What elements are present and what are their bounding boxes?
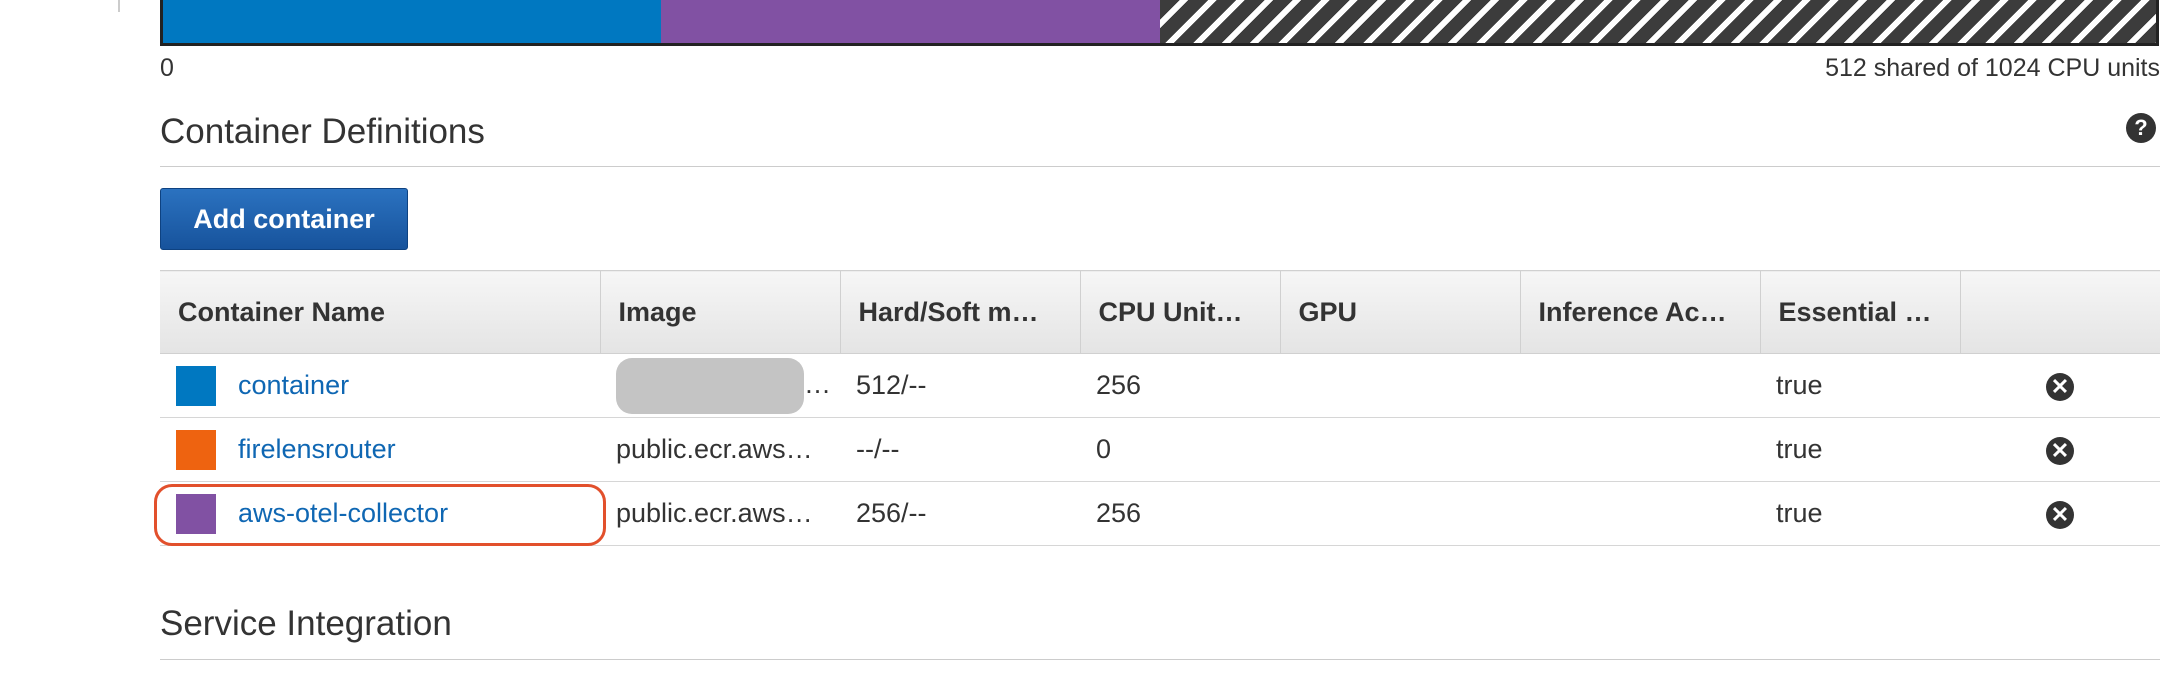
table-row: firelensrouter public.ecr.aws… --/-- 0 t… (160, 417, 2160, 482)
container-color-swatch (176, 429, 216, 470)
help-icon[interactable]: ? (2126, 113, 2156, 143)
container-color-swatch (176, 365, 216, 406)
container-name-cell: aws-otel-collector (176, 493, 584, 534)
container-color-swatch (176, 493, 216, 534)
column-header-cpu-units[interactable]: CPU Unit… (1080, 270, 1281, 354)
remove-container-icon[interactable]: ✕ (2046, 437, 2074, 465)
image-cell: public.ecr.aws… (600, 481, 840, 546)
column-header-gpu[interactable]: GPU (1280, 270, 1521, 354)
container-name-cell: container (176, 365, 584, 406)
column-header-actions (1960, 270, 2160, 354)
column-header-inference-accelerators[interactable]: Inference Ac… (1520, 270, 1761, 354)
column-header-container-name[interactable]: Container Name (160, 270, 601, 354)
container-definitions-table: Container Name Image Hard/Soft m… CPU Un… (160, 270, 2160, 546)
memory-cell: 512/-- (840, 353, 1080, 418)
inference-cell (1520, 481, 1760, 546)
section-divider (160, 659, 2160, 660)
left-divider (118, 0, 120, 12)
memory-cell: 256/-- (840, 481, 1080, 546)
gpu-cell (1280, 481, 1520, 546)
column-header-essential[interactable]: Essential … (1760, 270, 1961, 354)
image-cell: public.ecr.aws… (600, 417, 840, 482)
add-container-button[interactable]: Add container (160, 188, 408, 250)
essential-cell: true (1760, 417, 1960, 482)
container-name-cell: firelensrouter (176, 429, 584, 470)
section-divider (160, 166, 2160, 167)
gpu-cell (1280, 417, 1520, 482)
cpu-axis-min: 0 (160, 54, 174, 82)
essential-cell: true (1760, 353, 1960, 418)
cpu-usage-bar (160, 0, 2159, 46)
cpu-shared-remainder (1159, 0, 2156, 43)
container-name-link[interactable]: aws-otel-collector (238, 498, 448, 529)
column-header-image[interactable]: Image (600, 270, 841, 354)
table-header-row: Container Name Image Hard/Soft m… CPU Un… (160, 270, 2160, 354)
gpu-cell (1280, 353, 1520, 418)
remove-container-icon[interactable]: ✕ (2046, 373, 2074, 401)
cpu-axis-max: 512 shared of 1024 CPU units (1825, 54, 2160, 82)
cpu-segment-aws-otel-collector (661, 0, 1160, 43)
service-integration-title: Service Integration (160, 604, 452, 643)
cpu-cell: 256 (1080, 353, 1280, 418)
inference-cell (1520, 353, 1760, 418)
cpu-segment-container (163, 0, 662, 43)
essential-cell: true (1760, 481, 1960, 546)
inference-cell (1520, 417, 1760, 482)
container-definitions-title: Container Definitions (160, 112, 485, 151)
column-header-memory[interactable]: Hard/Soft m… (840, 270, 1081, 354)
cpu-cell: 256 (1080, 481, 1280, 546)
table-row: aws-otel-collector public.ecr.aws… 256/-… (160, 481, 2160, 546)
container-name-link[interactable]: container (238, 370, 349, 401)
remove-container-icon[interactable]: ✕ (2046, 501, 2074, 529)
cpu-cell: 0 (1080, 417, 1280, 482)
container-name-link[interactable]: firelensrouter (238, 434, 396, 465)
redacted-image-uri (616, 357, 804, 414)
memory-cell: --/-- (840, 417, 1080, 482)
table-row: container … 512/-- 256 true ✕ (160, 353, 2160, 418)
